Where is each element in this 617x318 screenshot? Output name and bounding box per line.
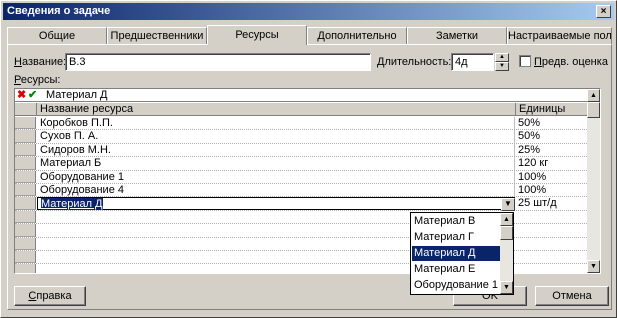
dialog-title-bar: Сведения о задаче × <box>3 3 614 20</box>
chevron-down-icon: ▼ <box>504 199 512 208</box>
resource-name-cell[interactable]: Коробков П.П. <box>37 117 515 130</box>
row-header[interactable] <box>15 143 36 157</box>
column-header-units[interactable]: Единицы <box>516 103 587 116</box>
help-button[interactable]: Справка <box>14 286 86 306</box>
table-row[interactable]: Сухов П. А. 50% <box>15 130 587 144</box>
row-header[interactable] <box>15 170 36 183</box>
scroll-up-icon[interactable]: ▲ <box>587 89 600 102</box>
resource-name-cell[interactable]: Оборудование 4 <box>37 183 515 197</box>
scroll-thumb[interactable] <box>587 102 600 118</box>
duration-label: Длительность: <box>377 56 452 68</box>
dropdown-scroll-up-icon[interactable]: ▲ <box>500 213 513 226</box>
name-field[interactable]: В.3 <box>65 53 371 71</box>
tab-custom-fields[interactable]: Настраиваемые поля <box>507 27 612 45</box>
grid-edit-bar: ✖ ✔ Материал Д <box>15 89 600 102</box>
combo-dropdown-button[interactable]: ▼ <box>501 198 515 211</box>
table-row[interactable]: Материал Б 120 кг <box>15 157 587 171</box>
resource-dropdown-list[interactable]: Материал В Материал Г Материал Д Материа… <box>410 212 514 295</box>
dropdown-scroll-thumb[interactable] <box>500 226 513 240</box>
dropdown-scroll-down-icon[interactable]: ▼ <box>500 281 513 294</box>
dropdown-scrollbar[interactable]: ▲ ▼ <box>500 213 513 294</box>
estimate-checkbox[interactable] <box>519 55 531 67</box>
table-row[interactable]: Оборудование 1 100% <box>15 170 587 184</box>
row-header[interactable] <box>15 197 36 210</box>
resource-name-cell[interactable]: Сухов П. А. <box>37 130 515 143</box>
edit-bar-input[interactable]: Материал Д <box>46 89 108 102</box>
dropdown-option[interactable]: Материал В <box>412 214 500 229</box>
cancel-edit-icon[interactable]: ✖ <box>17 89 26 101</box>
units-cell[interactable]: 100% <box>516 184 587 196</box>
duration-spinner[interactable]: ▲ ▼ <box>495 53 509 71</box>
column-header-resource-name[interactable]: Название ресурса <box>37 103 516 116</box>
grid-header: Название ресурса Единицы <box>15 103 587 116</box>
resource-name-cell[interactable]: Оборудование 1 <box>37 170 515 183</box>
row-header-corner <box>15 103 37 116</box>
dropdown-option[interactable]: Оборудование 1 <box>412 278 500 293</box>
units-cell[interactable]: 120 кг <box>516 157 587 169</box>
duration-field[interactable]: 4д <box>451 53 494 71</box>
close-icon: × <box>600 6 607 17</box>
tab-strip: Общие Предшественники Ресурсы Дополнител… <box>7 25 612 45</box>
units-cell[interactable]: 25 шт/д <box>516 197 587 209</box>
task-info-dialog: Сведения о задаче × Общие Предшественник… <box>0 0 617 318</box>
row-header[interactable] <box>15 157 36 170</box>
resource-name-cell[interactable]: Материал Б <box>37 157 515 170</box>
row-header[interactable] <box>15 210 36 224</box>
row-header[interactable] <box>15 250 36 264</box>
tab-advanced[interactable]: Дополнительно <box>307 27 407 45</box>
row-header[interactable] <box>15 237 36 250</box>
table-row[interactable]: Коробков П.П. 50% <box>15 117 587 131</box>
tab-resources[interactable]: Ресурсы <box>207 25 307 45</box>
dropdown-option[interactable]: Материал Г <box>412 230 500 245</box>
row-header[interactable] <box>15 264 36 273</box>
dialog-title: Сведения о задаче <box>7 5 111 17</box>
spin-up-icon[interactable]: ▲ <box>495 53 509 62</box>
confirm-edit-icon[interactable]: ✔ <box>28 89 37 101</box>
resource-name-combo-value: Материал Д <box>41 198 103 211</box>
grid-vertical-scrollbar[interactable]: ▲ ▼ <box>587 89 600 273</box>
units-cell[interactable]: 50% <box>516 117 587 129</box>
spin-down-icon[interactable]: ▼ <box>495 62 509 71</box>
tab-general[interactable]: Общие <box>7 27 107 45</box>
resource-name-cell[interactable]: Сидоров М.Н. <box>37 143 515 157</box>
dropdown-option-selected[interactable]: Материал Д <box>412 246 500 261</box>
cancel-button[interactable]: Отмена <box>535 286 609 306</box>
row-header[interactable] <box>15 130 36 143</box>
resource-name-combo[interactable]: Материал Д <box>37 197 515 211</box>
table-row[interactable]: Сидоров М.Н. 25% <box>15 143 587 158</box>
units-cell[interactable]: 25% <box>516 144 587 156</box>
estimate-label: Предв. оценка <box>534 56 608 68</box>
name-label: Название: <box>14 56 67 68</box>
row-header[interactable] <box>15 224 36 237</box>
scroll-down-icon[interactable]: ▼ <box>587 260 600 273</box>
row-header[interactable] <box>15 183 36 197</box>
units-cell[interactable]: 50% <box>516 130 587 142</box>
row-header[interactable] <box>15 117 36 130</box>
close-button[interactable]: × <box>596 5 611 18</box>
units-cell[interactable]: 100% <box>516 171 587 183</box>
dropdown-option[interactable]: Материал Е <box>412 262 500 277</box>
table-row[interactable]: Оборудование 4 100% <box>15 183 587 198</box>
tab-notes[interactable]: Заметки <box>407 27 507 45</box>
tab-predecessors[interactable]: Предшественники <box>107 27 207 45</box>
resources-label: Ресурсы: <box>14 74 61 86</box>
